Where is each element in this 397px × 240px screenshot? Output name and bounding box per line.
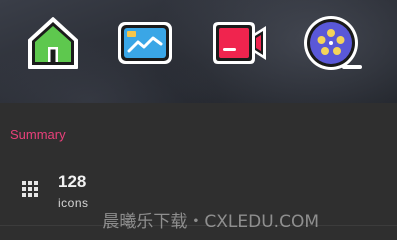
watermark: 晨曦乐下载・CXLEDU.COM [102, 212, 319, 232]
summary-title: Summary [10, 127, 66, 142]
photo-gallery-icon[interactable] [116, 14, 174, 72]
icon-count: 128 [58, 172, 87, 191]
icon-count-unit: icons [58, 196, 89, 210]
grid-icon [22, 181, 38, 197]
video-camera-icon[interactable] [210, 14, 268, 72]
icon-preview-banner [0, 0, 397, 103]
home-icon[interactable] [24, 14, 82, 72]
film-reel-icon[interactable] [304, 14, 362, 72]
